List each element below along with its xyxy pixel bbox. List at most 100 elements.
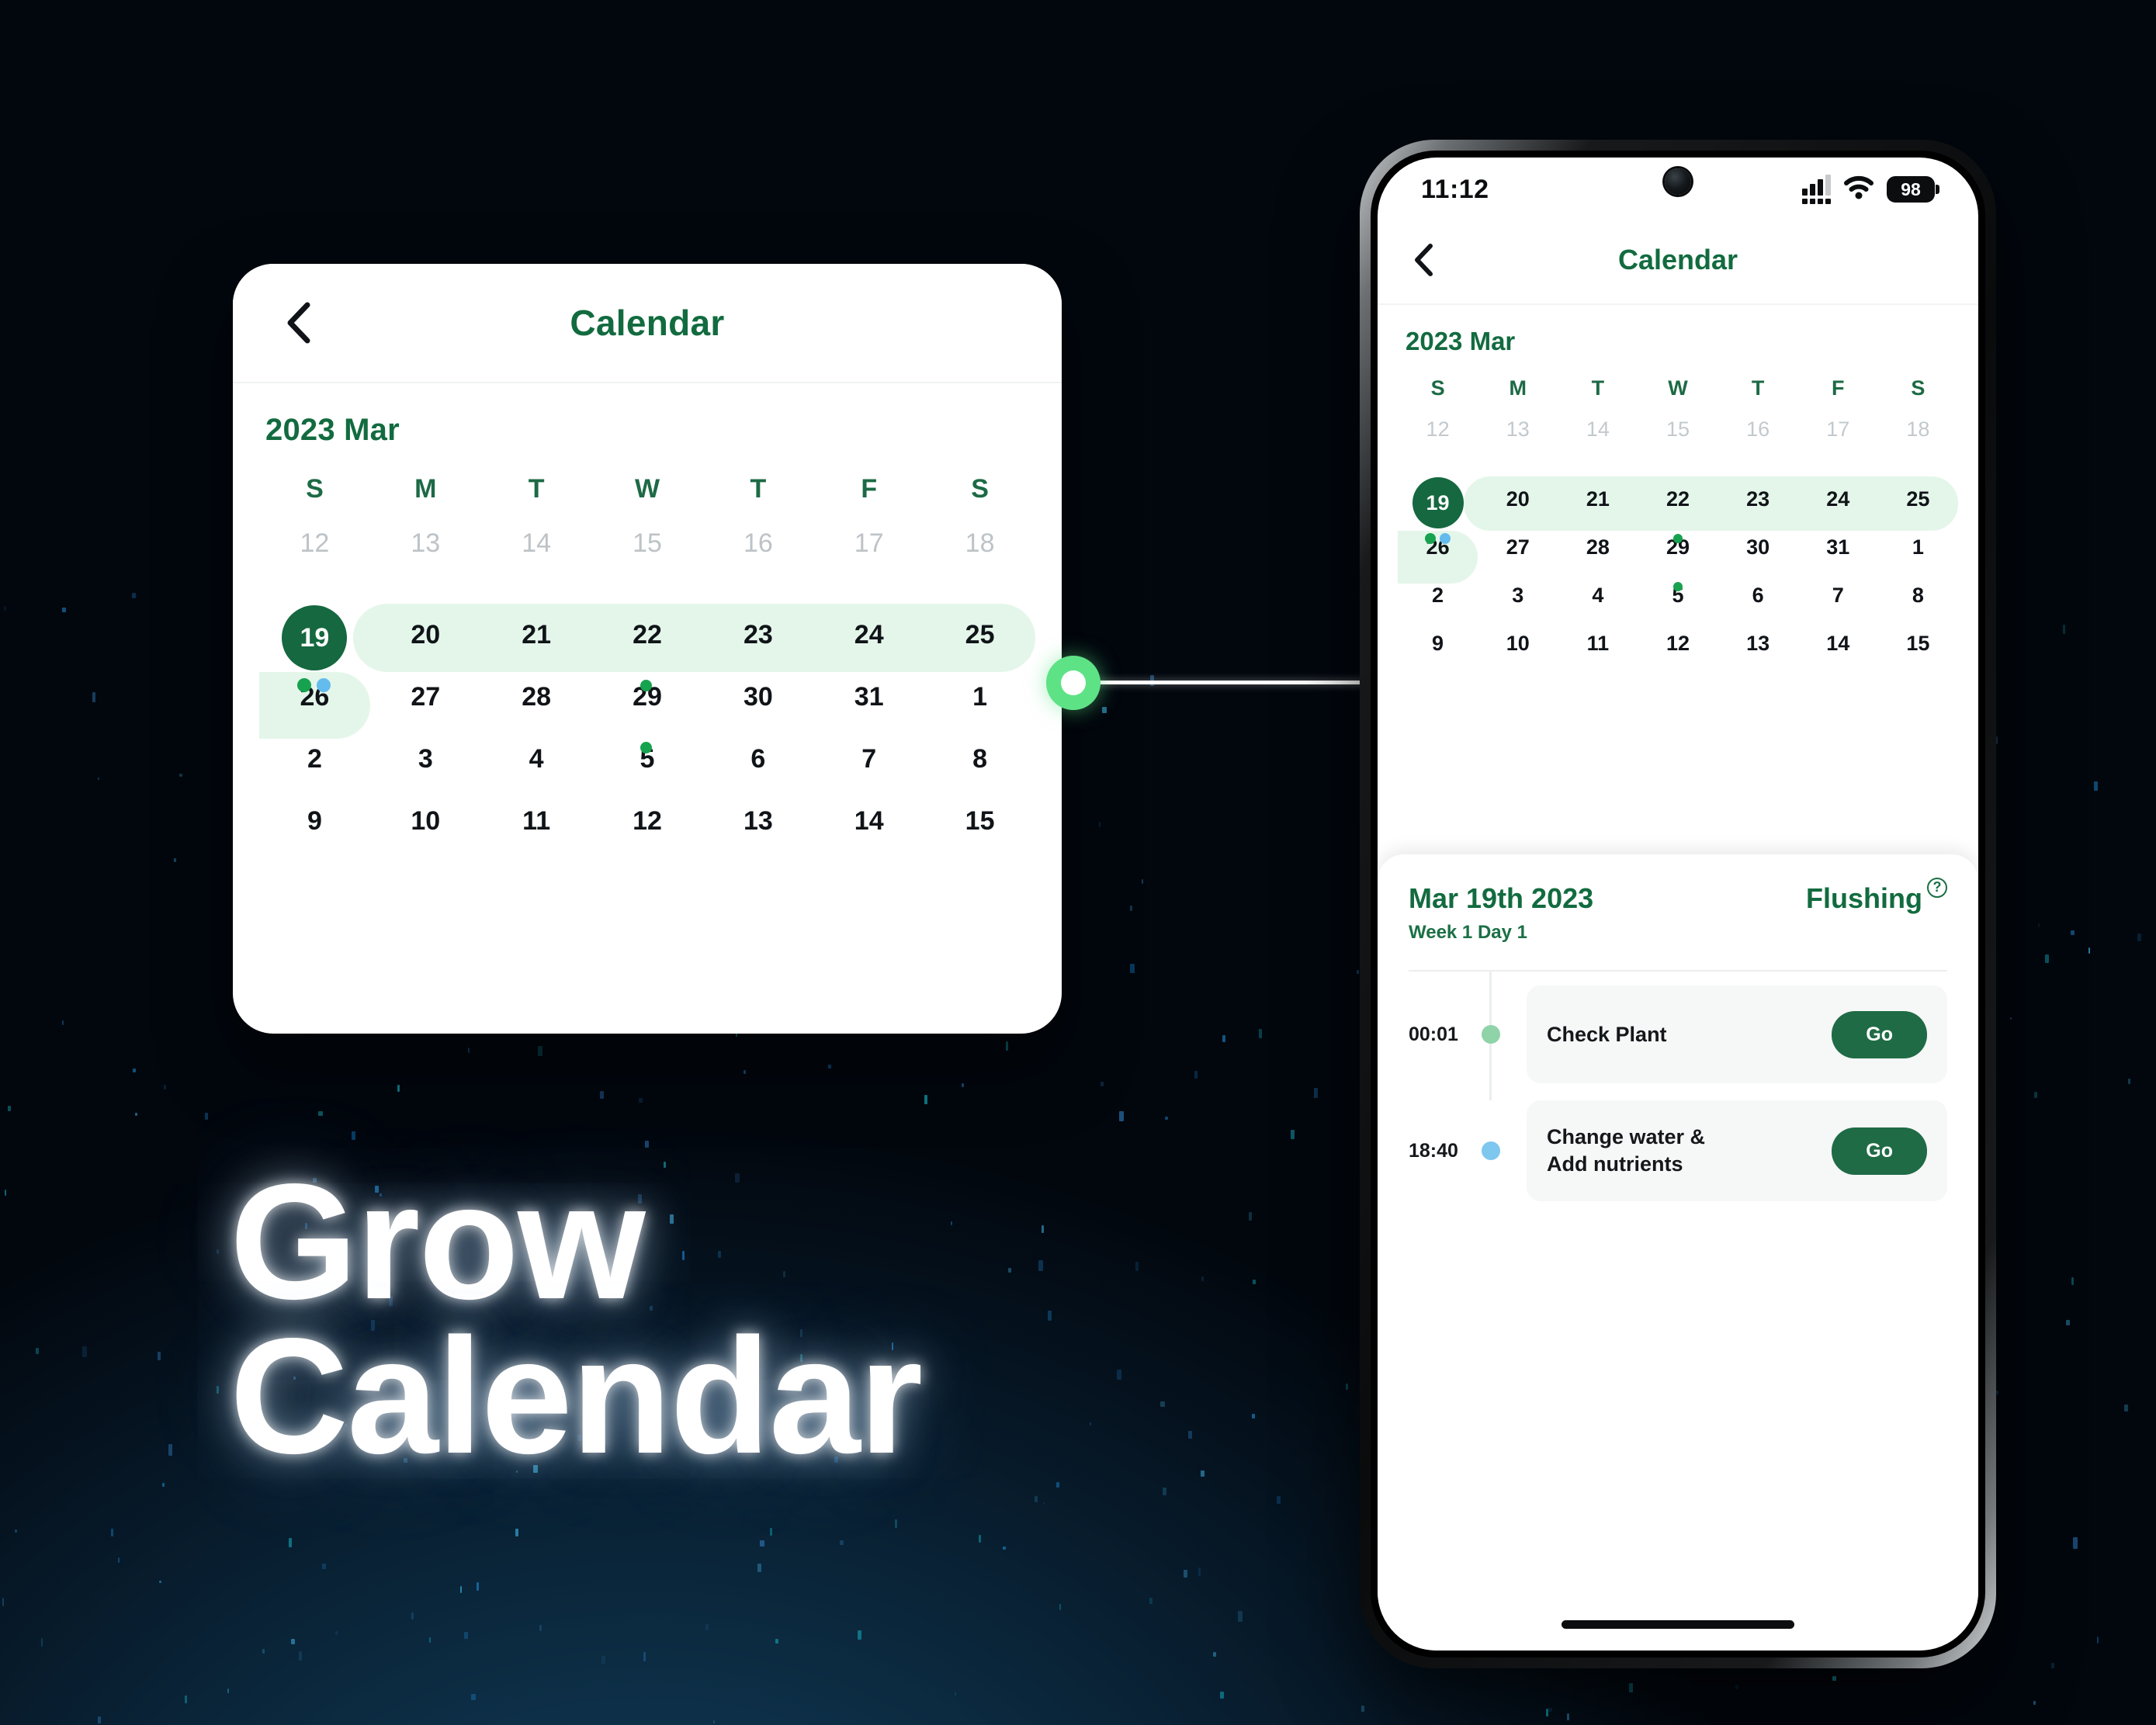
day-cell[interactable]: 3: [370, 728, 481, 790]
chevron-left-icon[interactable]: [1404, 241, 1441, 279]
background-particle: [4, 1190, 6, 1197]
background-particle: [2010, 1017, 2012, 1020]
stage-group: Flushing ?: [1806, 878, 1947, 915]
background-particle: [639, 1097, 643, 1103]
selected-day-19[interactable]: 19: [282, 605, 348, 670]
event-label: Change water & Add nutrients: [1547, 1124, 1705, 1177]
background-particle: [185, 1696, 188, 1704]
day-cell[interactable]: 20: [370, 604, 481, 666]
day-cell[interactable]: 13: [1478, 405, 1558, 453]
day-cell[interactable]: 22: [592, 604, 703, 666]
day-cell[interactable]: 17: [1798, 405, 1878, 453]
day-cell[interactable]: 12: [259, 512, 370, 574]
day-cell[interactable]: 31: [813, 666, 924, 728]
day-cell[interactable]: 25: [924, 604, 1035, 666]
day-cell[interactable]: 8: [924, 728, 1035, 790]
day-cell[interactable]: 13: [370, 512, 481, 574]
home-indicator[interactable]: [1562, 1620, 1794, 1629]
day-cell[interactable]: 4: [481, 728, 592, 790]
day-cell[interactable]: 12: [1398, 405, 1478, 453]
detail-week-day: Week 1 Day 1: [1409, 922, 1527, 943]
day-cell[interactable]: 29: [592, 666, 703, 728]
day-cell[interactable]: 14: [1798, 619, 1878, 667]
day-cell[interactable]: 13: [1718, 619, 1798, 667]
event-card-item[interactable]: Change water & Add nutrients Go: [1527, 1100, 1947, 1201]
day-cell[interactable]: 16: [702, 512, 813, 574]
day-cell[interactable]: 27: [1478, 523, 1558, 571]
day-cell[interactable]: 15: [592, 512, 703, 574]
day-cell[interactable]: 26: [259, 666, 370, 728]
day-cell[interactable]: 1: [924, 666, 1035, 728]
background-particle: [8, 1106, 11, 1112]
day-cell[interactable]: 6: [1718, 571, 1798, 619]
day-cell[interactable]: 28: [481, 666, 592, 728]
day-cell[interactable]: 15: [1638, 405, 1718, 453]
day-cell[interactable]: 23: [702, 604, 813, 666]
background-particle: [459, 1586, 463, 1594]
background-particle: [204, 1113, 208, 1121]
day-cell[interactable]: 9: [1398, 619, 1478, 667]
background-particle: [1201, 1276, 1204, 1282]
day-cell[interactable]: 11: [1558, 619, 1638, 667]
day-cell[interactable]: 12: [1638, 619, 1718, 667]
day-cell[interactable]: 8: [1878, 571, 1958, 619]
background-particle: [769, 1528, 773, 1536]
event-card-item[interactable]: Check Plant Go: [1527, 985, 1947, 1083]
day-cell[interactable]: 10: [1478, 619, 1558, 667]
day-cell[interactable]: 15: [1878, 619, 1958, 667]
selected-day-19[interactable]: 19: [1412, 477, 1464, 528]
day-cell[interactable]: 28: [1558, 523, 1638, 571]
day-cell[interactable]: 14: [481, 512, 592, 574]
day-cell[interactable]: 30: [1718, 523, 1798, 571]
day-cell[interactable]: 12: [592, 790, 703, 852]
day-cell[interactable]: 30: [702, 666, 813, 728]
day-cell[interactable]: 21: [1558, 475, 1638, 523]
help-circle-icon[interactable]: ?: [1927, 878, 1947, 898]
stage-label: Flushing: [1806, 882, 1922, 914]
day-cell[interactable]: 31: [1798, 523, 1878, 571]
day-cell[interactable]: 18: [1878, 405, 1958, 453]
callout-connector-dot: [1046, 656, 1101, 710]
day-cell[interactable]: 17: [813, 512, 924, 574]
background-particle: [1566, 1713, 1569, 1720]
event-row: 18:40 Change water & Add nutrients Go: [1409, 1093, 1947, 1209]
chevron-left-icon[interactable]: [276, 302, 318, 344]
go-button[interactable]: Go: [1832, 1010, 1927, 1058]
day-cell[interactable]: 23: [1718, 475, 1798, 523]
day-cell[interactable]: 10: [370, 790, 481, 852]
day-cell[interactable]: 14: [1558, 405, 1638, 453]
day-cell[interactable]: 6: [702, 728, 813, 790]
day-cell[interactable]: 22: [1638, 475, 1718, 523]
day-cell[interactable]: 9: [259, 790, 370, 852]
day-cell[interactable]: 27: [370, 666, 481, 728]
day-cell[interactable]: 14: [813, 790, 924, 852]
background-particle: [1160, 1401, 1166, 1408]
day-cell[interactable]: 11: [481, 790, 592, 852]
day-cell[interactable]: 5: [592, 728, 703, 790]
day-cell[interactable]: 21: [481, 604, 592, 666]
day-cell[interactable]: 7: [813, 728, 924, 790]
day-cell[interactable]: 24: [1798, 475, 1878, 523]
day-cell[interactable]: 18: [924, 512, 1035, 574]
day-cell[interactable]: 26: [1398, 523, 1478, 571]
day-cell[interactable]: 7: [1798, 571, 1878, 619]
day-cell[interactable]: 25: [1878, 475, 1958, 523]
day-cell[interactable]: 16: [1718, 405, 1798, 453]
day-cell[interactable]: 1: [1878, 523, 1958, 571]
day-cell[interactable]: 15: [924, 790, 1035, 852]
event-row: 00:01 Check Plant Go: [1409, 976, 1947, 1093]
day-cell[interactable]: 2: [1398, 571, 1478, 619]
day-cell[interactable]: 4: [1558, 571, 1638, 619]
background-particle: [318, 1110, 323, 1117]
day-29-event-dots: [640, 742, 652, 753]
day-cell[interactable]: 20: [1478, 475, 1558, 523]
background-particle: [1832, 1676, 1836, 1681]
day-cell[interactable]: 24: [813, 604, 924, 666]
day-cell[interactable]: 2: [259, 728, 370, 790]
dow-s2: S: [1911, 376, 1925, 400]
day-cell[interactable]: 29: [1638, 523, 1718, 571]
day-cell[interactable]: 3: [1478, 571, 1558, 619]
day-cell[interactable]: 5: [1638, 571, 1718, 619]
go-button[interactable]: Go: [1832, 1127, 1927, 1175]
day-cell[interactable]: 13: [702, 790, 813, 852]
